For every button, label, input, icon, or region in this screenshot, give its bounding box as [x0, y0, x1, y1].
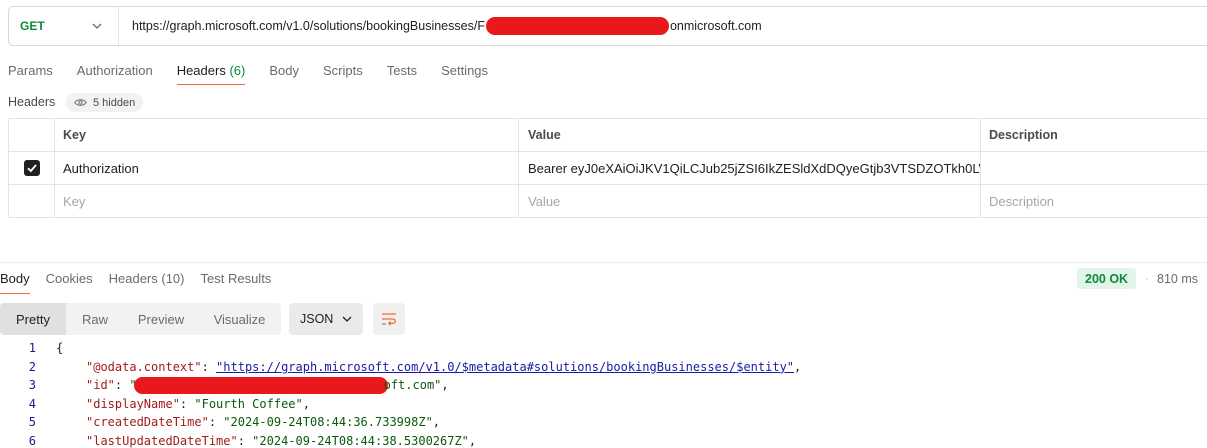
- code-line: 4 "displayName": "Fourth Coffee",: [0, 395, 1207, 414]
- wrap-lines-button[interactable]: [373, 303, 405, 335]
- tab-response-cookies[interactable]: Cookies: [46, 271, 93, 295]
- table-row: Key Value Description: [8, 185, 1207, 218]
- eye-icon: [74, 99, 87, 106]
- tab-authorization[interactable]: Authorization: [77, 62, 153, 86]
- line-number: 5: [28, 415, 36, 430]
- tab-response-headers[interactable]: Headers (10): [109, 271, 185, 295]
- new-key-input[interactable]: Key: [54, 185, 518, 217]
- header-value-cell[interactable]: Bearer eyJ0eXAiOiJKV1QiLCJub25jZSI6IkZES…: [518, 152, 980, 184]
- headers-section-title: Headers: [8, 95, 56, 109]
- headers-count: (6): [229, 63, 246, 78]
- view-visualize[interactable]: Visualize: [198, 303, 281, 335]
- code-line: 1 {: [0, 339, 1207, 358]
- status-badge[interactable]: 200 OK: [1077, 268, 1137, 289]
- json-string: "2024-09-24T08:44:38.5300267Z": [252, 433, 469, 448]
- tab-settings[interactable]: Settings: [441, 62, 488, 86]
- response-time[interactable]: 810 ms: [1157, 272, 1198, 286]
- tab-scripts[interactable]: Scripts: [323, 62, 363, 86]
- header-key-cell[interactable]: Authorization: [54, 152, 518, 184]
- table-row: Authorization Bearer eyJ0eXAiOiJKV1QiLCJ…: [8, 152, 1207, 185]
- code-line: 3 "id": " oft.com",: [0, 376, 1207, 395]
- code-line: 6 "lastUpdatedDateTime": "2024-09-24T08:…: [0, 432, 1207, 448]
- column-header-value: Value: [518, 119, 980, 151]
- line-number: 4: [28, 396, 36, 411]
- tab-test-results[interactable]: Test Results: [201, 271, 272, 295]
- context-link[interactable]: "https://graph.microsoft.com/v1.0/$metad…: [216, 360, 794, 374]
- code-line: 2 "@odata.context": "https://graph.micro…: [0, 358, 1207, 377]
- view-mode-tabs: Pretty Raw Preview Visualize: [0, 303, 281, 335]
- response-headers-count: (10): [161, 271, 185, 286]
- view-pretty[interactable]: Pretty: [0, 303, 66, 335]
- section-divider: [0, 262, 1207, 263]
- status-separator: ·: [1145, 271, 1149, 285]
- request-url-bar: GET https://graph.microsoft.com/v1.0/sol…: [8, 6, 1207, 46]
- json-string: oft.com": [383, 377, 442, 392]
- json-string: "2024-09-24T08:44:36.733998Z": [223, 415, 433, 430]
- json-key: "@odata.context": [86, 359, 202, 374]
- tab-body[interactable]: Body: [269, 62, 299, 86]
- method-label: GET: [20, 19, 45, 33]
- line-number: 3: [28, 378, 36, 393]
- row-checkbox-cell: [8, 185, 54, 217]
- header-description-cell[interactable]: [980, 152, 1207, 184]
- json-brace: {: [56, 341, 64, 356]
- chevron-down-icon: [92, 23, 102, 29]
- method-selector[interactable]: GET: [9, 7, 119, 45]
- row-checkbox-cell: [8, 152, 54, 184]
- line-number: 2: [28, 359, 36, 374]
- line-number: 6: [28, 433, 36, 448]
- format-label: JSON: [300, 312, 334, 326]
- code-line: 5 "createdDateTime": "2024-09-24T08:44:3…: [0, 413, 1207, 432]
- tab-params[interactable]: Params: [8, 62, 53, 86]
- request-tabs: Params Authorization Headers (6) Body Sc…: [8, 62, 512, 86]
- json-key: "displayName": [86, 396, 180, 411]
- url-prefix: https://graph.microsoft.com/v1.0/solutio…: [132, 19, 485, 33]
- column-header-key: Key: [54, 119, 518, 151]
- format-dropdown[interactable]: JSON: [289, 303, 363, 335]
- json-key: "lastUpdatedDateTime": [86, 433, 238, 448]
- redaction-mark: [133, 376, 388, 394]
- response-body-viewer[interactable]: 1 { 2 "@odata.context": "https://graph.m…: [0, 339, 1207, 448]
- hidden-count-label: 5 hidden: [93, 96, 136, 109]
- wrap-lines-icon: [382, 313, 396, 326]
- json-key: "createdDateTime": [86, 415, 209, 430]
- column-header-description: Description: [980, 119, 1207, 151]
- checkbox-column-header: [8, 119, 54, 151]
- view-preview[interactable]: Preview: [124, 303, 198, 335]
- tab-response-body[interactable]: Body: [0, 271, 30, 295]
- tab-tests[interactable]: Tests: [387, 62, 417, 86]
- hidden-headers-toggle[interactable]: 5 hidden: [66, 93, 144, 112]
- redaction-mark: [485, 17, 669, 35]
- response-tabs: Body Cookies Headers (10) Test Results: [0, 271, 287, 295]
- url-input[interactable]: https://graph.microsoft.com/v1.0/solutio…: [119, 17, 762, 35]
- json-key: "id": [86, 377, 115, 392]
- table-header-row: Key Value Description: [8, 119, 1207, 152]
- tab-headers[interactable]: Headers (6): [176, 62, 246, 86]
- url-suffix: onmicrosoft.com: [669, 19, 762, 33]
- line-number: 1: [28, 341, 36, 356]
- headers-table: Key Value Description Authorization Bear…: [8, 118, 1207, 218]
- row-enabled-checkbox[interactable]: [23, 160, 40, 176]
- chevron-down-icon: [342, 316, 352, 322]
- json-string: "Fourth Coffee": [194, 396, 303, 411]
- new-value-input[interactable]: Value: [518, 185, 980, 217]
- new-description-input[interactable]: Description: [980, 185, 1207, 217]
- check-icon: [26, 164, 37, 173]
- view-raw[interactable]: Raw: [66, 303, 124, 335]
